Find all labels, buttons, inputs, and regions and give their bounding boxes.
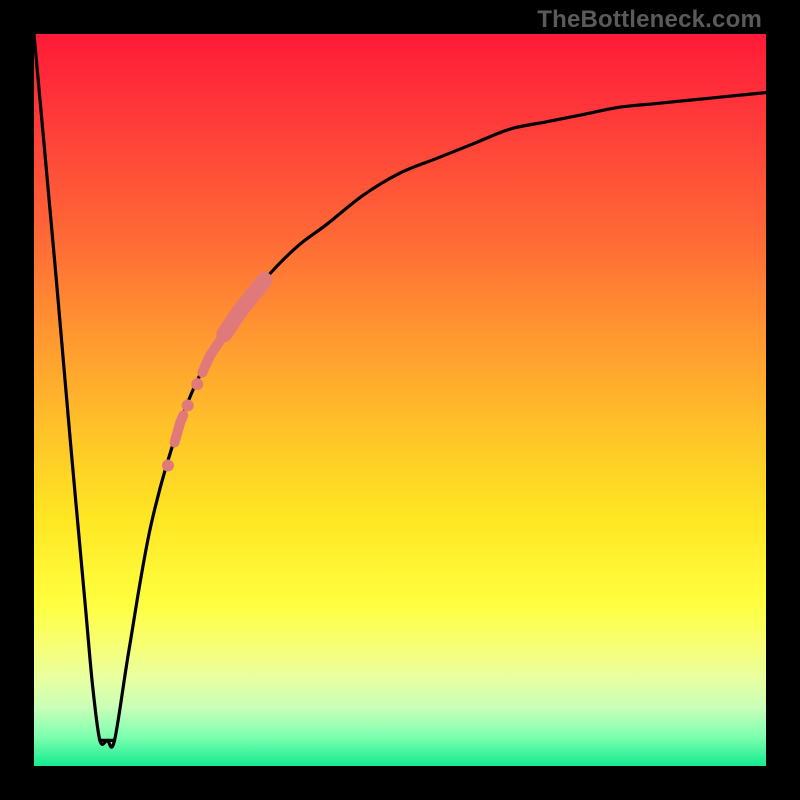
highlight-dot	[162, 460, 174, 472]
highlight-dot	[182, 399, 194, 411]
watermark-text: TheBottleneck.com	[537, 6, 762, 34]
highlight-bar	[175, 415, 184, 442]
chart-frame: TheBottleneck.com	[0, 0, 800, 800]
highlight-bar	[224, 280, 264, 334]
chart-svg	[34, 34, 766, 766]
highlight-bar	[202, 334, 224, 372]
highlight-dot	[191, 378, 203, 390]
highlight-markers	[162, 280, 265, 471]
chart-plot-area	[34, 34, 766, 766]
bottleneck-curve	[34, 34, 766, 747]
